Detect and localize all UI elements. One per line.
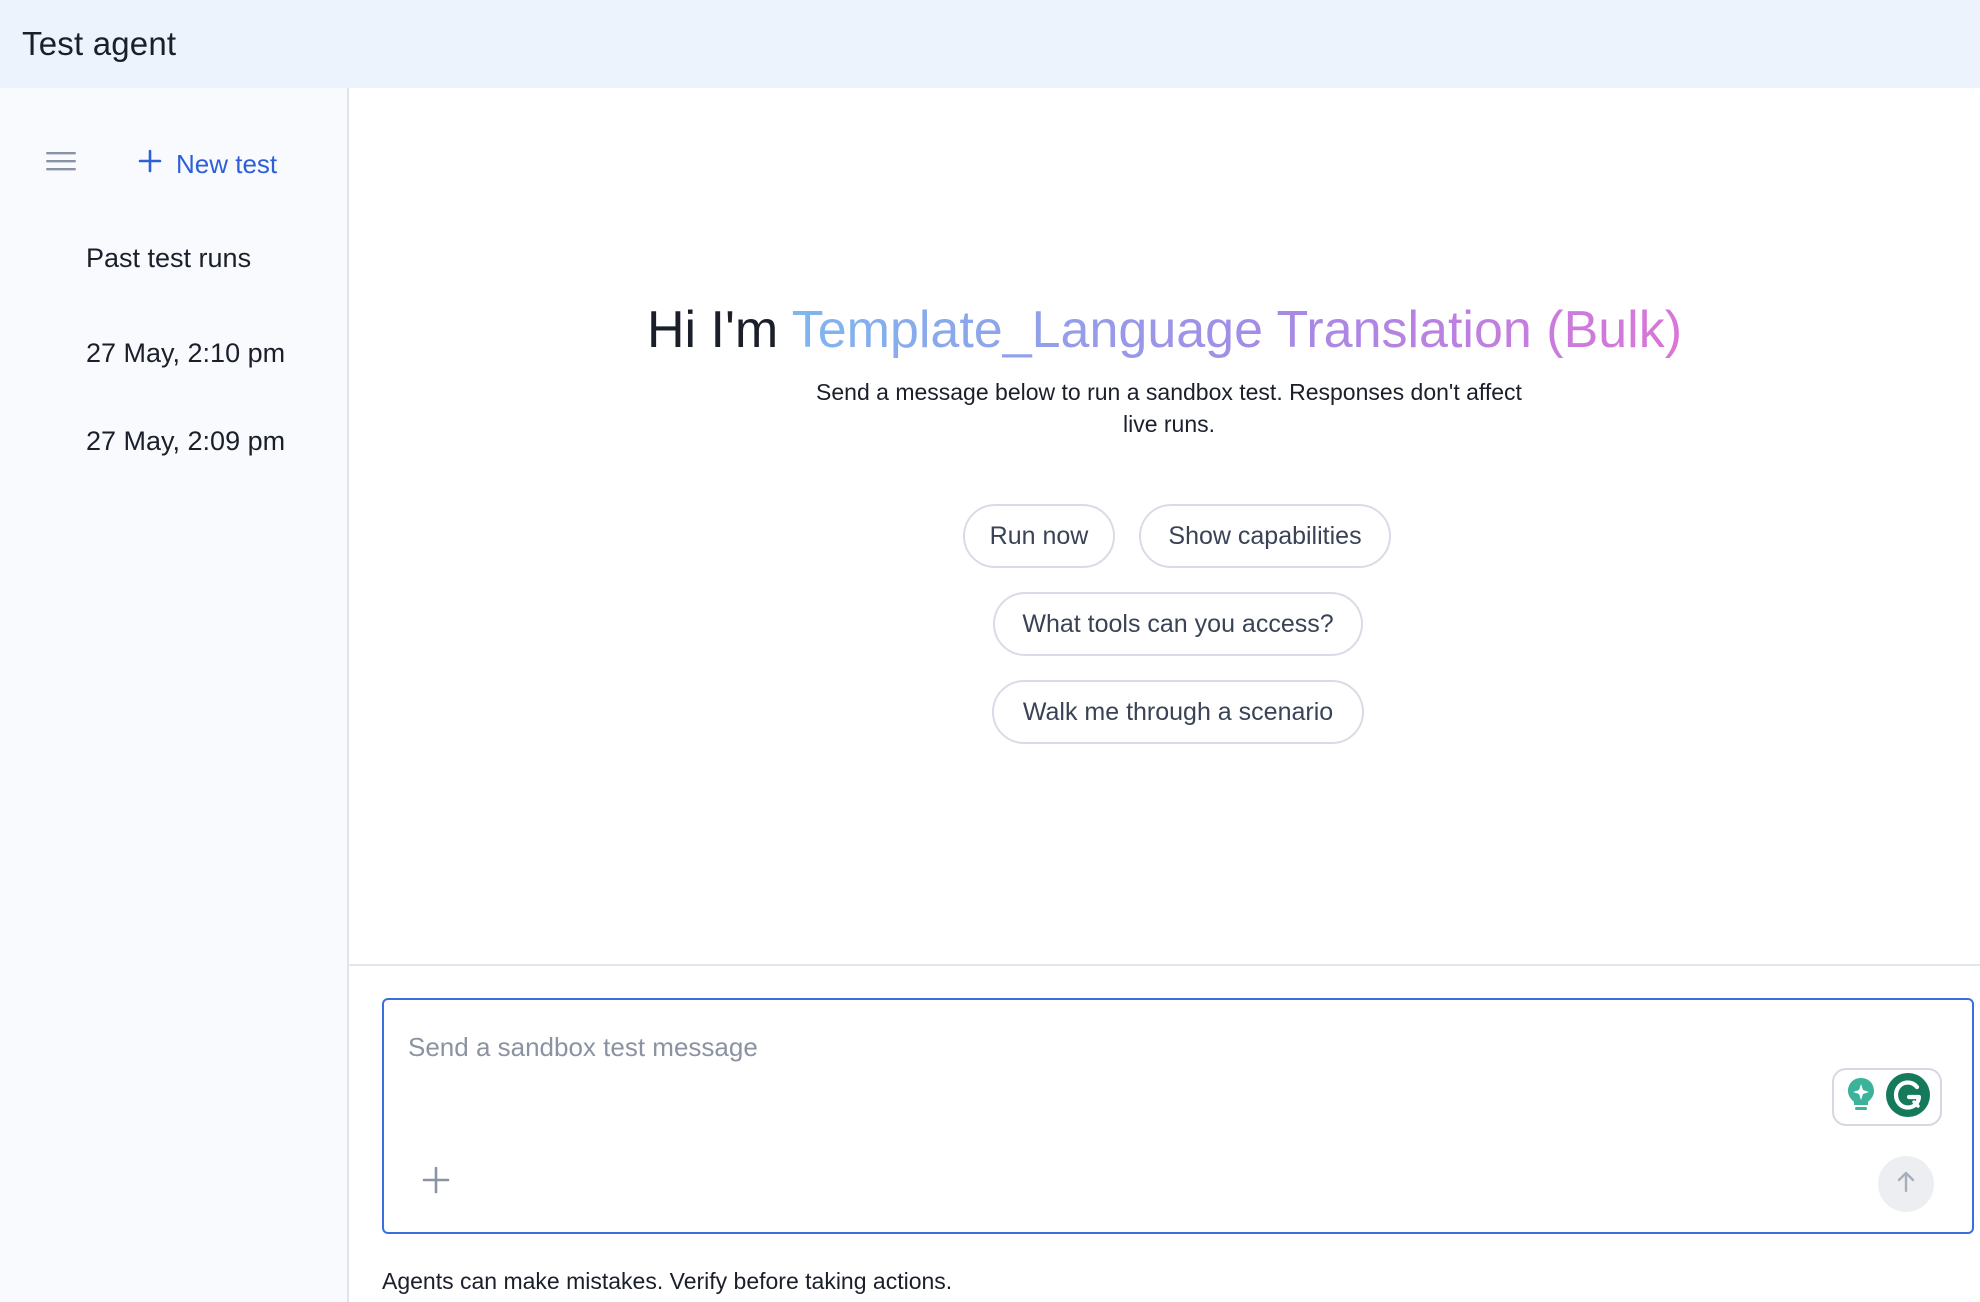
- suggestion-chip-walkthrough[interactable]: Walk me through a scenario: [992, 680, 1364, 744]
- composer-divider: [349, 964, 1980, 966]
- grammarly-icon[interactable]: [1885, 1072, 1931, 1123]
- greeting-subtitle: Send a message below to run a sandbox te…: [816, 379, 1522, 437]
- message-composer[interactable]: Send a sandbox test message: [382, 998, 1974, 1234]
- top-bar: Test agent: [0, 0, 1980, 88]
- greeting-prefix: Hi I'm: [646, 301, 792, 359]
- hamburger-menu-icon[interactable]: [44, 148, 80, 178]
- suggestion-chip-show-capabilities[interactable]: Show capabilities: [1139, 504, 1391, 568]
- arrow-up-icon: [1892, 1168, 1920, 1201]
- disclaimer-text: Agents can make mistakes. Verify before …: [382, 1268, 953, 1294]
- message-input[interactable]: Send a sandbox test message: [408, 1032, 758, 1063]
- suggestion-chip-tools-access[interactable]: What tools can you access?: [993, 592, 1363, 656]
- new-test-button[interactable]: New test: [138, 142, 277, 186]
- main-content: Hi I'm Template_Language Translation (Bu…: [349, 88, 1980, 964]
- greeting-heading: Hi I'm Template_Language Translation (Bu…: [349, 300, 1980, 360]
- send-button[interactable]: [1878, 1156, 1934, 1212]
- past-run-item[interactable]: 27 May, 2:10 pm: [86, 338, 285, 369]
- add-attachment-button[interactable]: [420, 1164, 452, 1196]
- plus-icon: [138, 149, 162, 180]
- lightbulb-icon[interactable]: [1844, 1075, 1878, 1120]
- agent-name: Template_Language Translation (Bulk): [791, 301, 1683, 359]
- page-title: Test agent: [22, 25, 177, 62]
- past-run-item[interactable]: 27 May, 2:09 pm: [86, 426, 285, 457]
- new-test-label: New test: [176, 148, 278, 179]
- past-test-runs-heading: Past test runs: [86, 243, 252, 273]
- suggestion-chip-run-now[interactable]: Run now: [963, 504, 1115, 568]
- writing-assistant-widget[interactable]: [1832, 1068, 1942, 1126]
